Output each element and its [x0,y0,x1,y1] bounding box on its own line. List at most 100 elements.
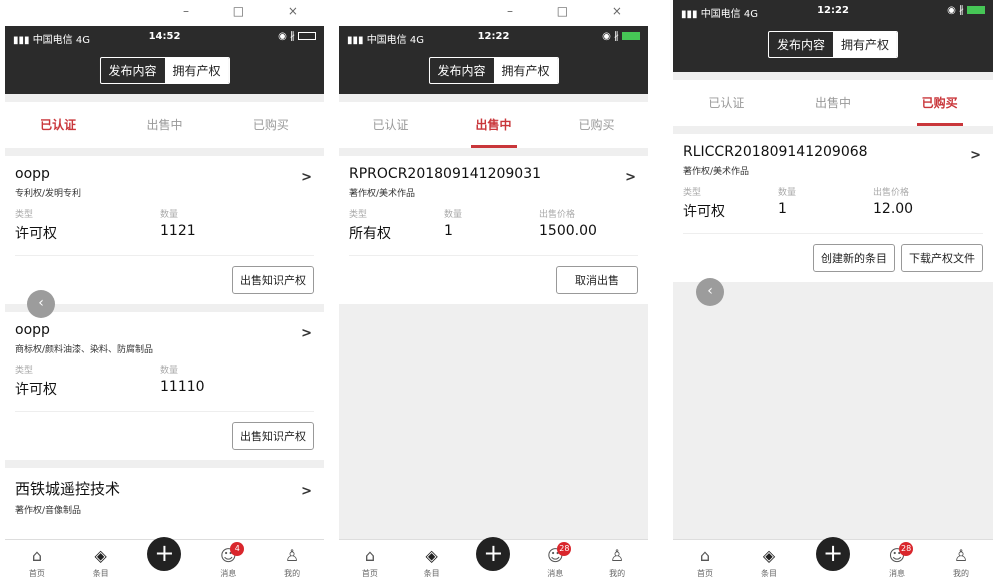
tabbar-items[interactable]: ◈ 条目 [737,540,801,583]
status-icons: ◉ ∦ [602,31,640,42]
list-item[interactable]: > RLICCR201809141209068 著作权/美术作品 类型 数量 出售价… [673,134,993,282]
type-label: 类型 [15,210,34,220]
bottom-tab-bar: ⌂ 首页 ◈ 条目 + ☺ 4 消息 ♙ 我的 [5,537,324,583]
phone-screen-certified: – □ × ▮▮▮ 中国电信 4G 14:52 ◉ ∦ 发布内容 拥有产权 已认… [5,0,324,583]
tabbar-mine[interactable]: ♙ 我的 [929,540,993,583]
item-title: RPROCR201809141209031 [349,166,542,182]
tab-certified[interactable]: 已认证 [339,102,442,148]
chevron-right-icon[interactable]: > [625,170,636,185]
tabbar-items[interactable]: ◈ 条目 [401,540,463,583]
tab-certified[interactable]: 已认证 [5,102,111,148]
segment-publish[interactable]: 发布内容 [769,32,833,57]
tabbar-mine[interactable]: ♙ 我的 [260,540,324,583]
segment-control: 发布内容 拥有产权 [428,57,559,84]
tabbar-items[interactable]: ◈ 条目 [69,540,133,583]
tabbar-home[interactable]: ⌂ 首页 [673,540,737,583]
back-icon[interactable]: ‹ [696,278,724,306]
message-icon: ☺ [888,546,906,565]
qty-label: 数量 [444,210,463,220]
plus-icon: + [476,537,511,571]
type-value: 许可权 [15,226,57,242]
item-title: oopp [15,166,50,182]
tabbar-add[interactable]: + [463,537,525,583]
price-label: 出售价格 [873,188,910,198]
chevron-right-icon[interactable]: > [970,148,981,163]
qty-value: 1 [444,223,453,239]
window-titlebar: – □ × [339,0,648,26]
layers-icon: ◈ [94,546,107,565]
tabbar-add[interactable]: + [801,537,865,583]
item-title: oopp [15,322,50,338]
tab-purchased[interactable]: 已购买 [545,102,648,148]
list-item[interactable]: > RPROCR201809141209031 著作权/美术作品 类型 数量 出售价… [339,156,648,304]
battery-icon [622,32,640,40]
layers-icon: ◈ [425,546,438,565]
download-file-button[interactable]: 下载产权文件 [901,244,983,272]
tabbar-home[interactable]: ⌂ 首页 [339,540,401,583]
status-bar: ▮▮▮ 中国电信 4G 14:52 ◉ ∦ [5,26,324,48]
segment-owned[interactable]: 拥有产权 [164,58,229,83]
list-item[interactable]: > oopp 商标权/颜料油漆、染料、防腐制品 类型 数量 许可权 11110 出售… [5,312,324,460]
item-category: 专利权/发明专利 [15,189,82,199]
message-icon: ☺ [219,546,237,565]
qty-value: 1 [778,201,787,217]
segment-owned[interactable]: 拥有产权 [493,58,558,83]
qty-label: 数量 [160,366,179,376]
tabbar-messages[interactable]: ☺ 28 消息 [865,540,929,583]
app-header: ▮▮▮ 中国电信 4G 14:52 ◉ ∦ 发布内容 拥有产权 [5,26,324,94]
tab-certified[interactable]: 已认证 [673,80,780,126]
item-category: 著作权/美术作品 [349,189,416,199]
sell-ip-button[interactable]: 出售知识产权 [232,266,314,294]
home-icon: ⌂ [699,546,711,565]
item-category: 著作权/美术作品 [683,167,750,177]
status-bar: ▮▮▮ 中国电信 4G 12:22 ◉ ∦ [673,0,993,22]
tab-selling[interactable]: 出售中 [442,102,545,148]
status-icons: ◉ ∦ [278,31,316,42]
phone-screen-purchased: ▮▮▮ 中国电信 4G 12:22 ◉ ∦ 发布内容 拥有产权 已认证 出售中 … [673,0,993,583]
tabbar-messages[interactable]: ☺ 28 消息 [524,540,586,583]
status-time: 14:52 [148,31,181,42]
tab-purchased[interactable]: 已购买 [218,102,324,148]
chevron-right-icon[interactable]: > [301,326,312,341]
tabbar-messages[interactable]: ☺ 4 消息 [196,540,260,583]
tabbar-mine[interactable]: ♙ 我的 [586,540,648,583]
segment-owned[interactable]: 拥有产权 [833,32,898,57]
bottom-tab-bar: ⌂ 首页 ◈ 条目 + ☺ 28 消息 ♙ 我的 [673,537,993,583]
tabbar-home[interactable]: ⌂ 首页 [5,540,69,583]
tabbar-add[interactable]: + [133,537,197,583]
tab-selling[interactable]: 出售中 [111,102,217,148]
item-title: 西铁城遥控技术 [15,480,121,498]
item-category: 商标权/颜料油漆、染料、防腐制品 [15,345,154,355]
plus-icon: + [147,537,182,571]
user-icon: ♙ [953,546,969,565]
cancel-sale-button[interactable]: 取消出售 [556,266,638,294]
chevron-right-icon[interactable]: > [301,484,312,499]
sell-ip-button[interactable]: 出售知识产权 [232,422,314,450]
home-icon: ⌂ [364,546,375,565]
qty-label: 数量 [160,210,179,220]
list-item[interactable]: > oopp 专利权/发明专利 类型 数量 许可权 1121 出售知识产权 [5,156,324,304]
home-icon: ⌂ [31,546,42,565]
status-bar: ▮▮▮ 中国电信 4G 12:22 ◉ ∦ [339,26,648,48]
phone-screen-selling: – □ × ▮▮▮ 中国电信 4G 12:22 ◉ ∦ 发布内容 拥有产权 已认… [339,0,648,583]
segment-control: 发布内容 拥有产权 [99,57,230,84]
price-value: 1500.00 [539,223,597,239]
app-header: ▮▮▮ 中国电信 4G 12:22 ◉ ∦ 发布内容 拥有产权 [339,26,648,94]
tab-purchased[interactable]: 已购买 [886,80,993,126]
create-entry-button[interactable]: 创建新的条目 [813,244,895,272]
window-controls[interactable]: – □ × [183,4,318,18]
user-icon: ♙ [609,546,625,565]
segment-publish[interactable]: 发布内容 [100,58,164,83]
item-title: RLICCR201809141209068 [683,144,868,160]
qty-label: 数量 [778,188,797,198]
chevron-right-icon[interactable]: > [301,170,312,185]
back-icon[interactable]: ‹ [27,290,55,318]
segment-publish[interactable]: 发布内容 [429,58,493,83]
list-item[interactable]: > 西铁城遥控技术 著作权/音像制品 [5,468,324,548]
window-controls[interactable]: – □ × [507,4,642,18]
tab-selling[interactable]: 出售中 [780,80,887,126]
layers-icon: ◈ [762,546,776,565]
qty-value: 1121 [160,223,196,239]
price-label: 出售价格 [539,210,576,220]
status-icons: ◉ ∦ [947,5,985,16]
